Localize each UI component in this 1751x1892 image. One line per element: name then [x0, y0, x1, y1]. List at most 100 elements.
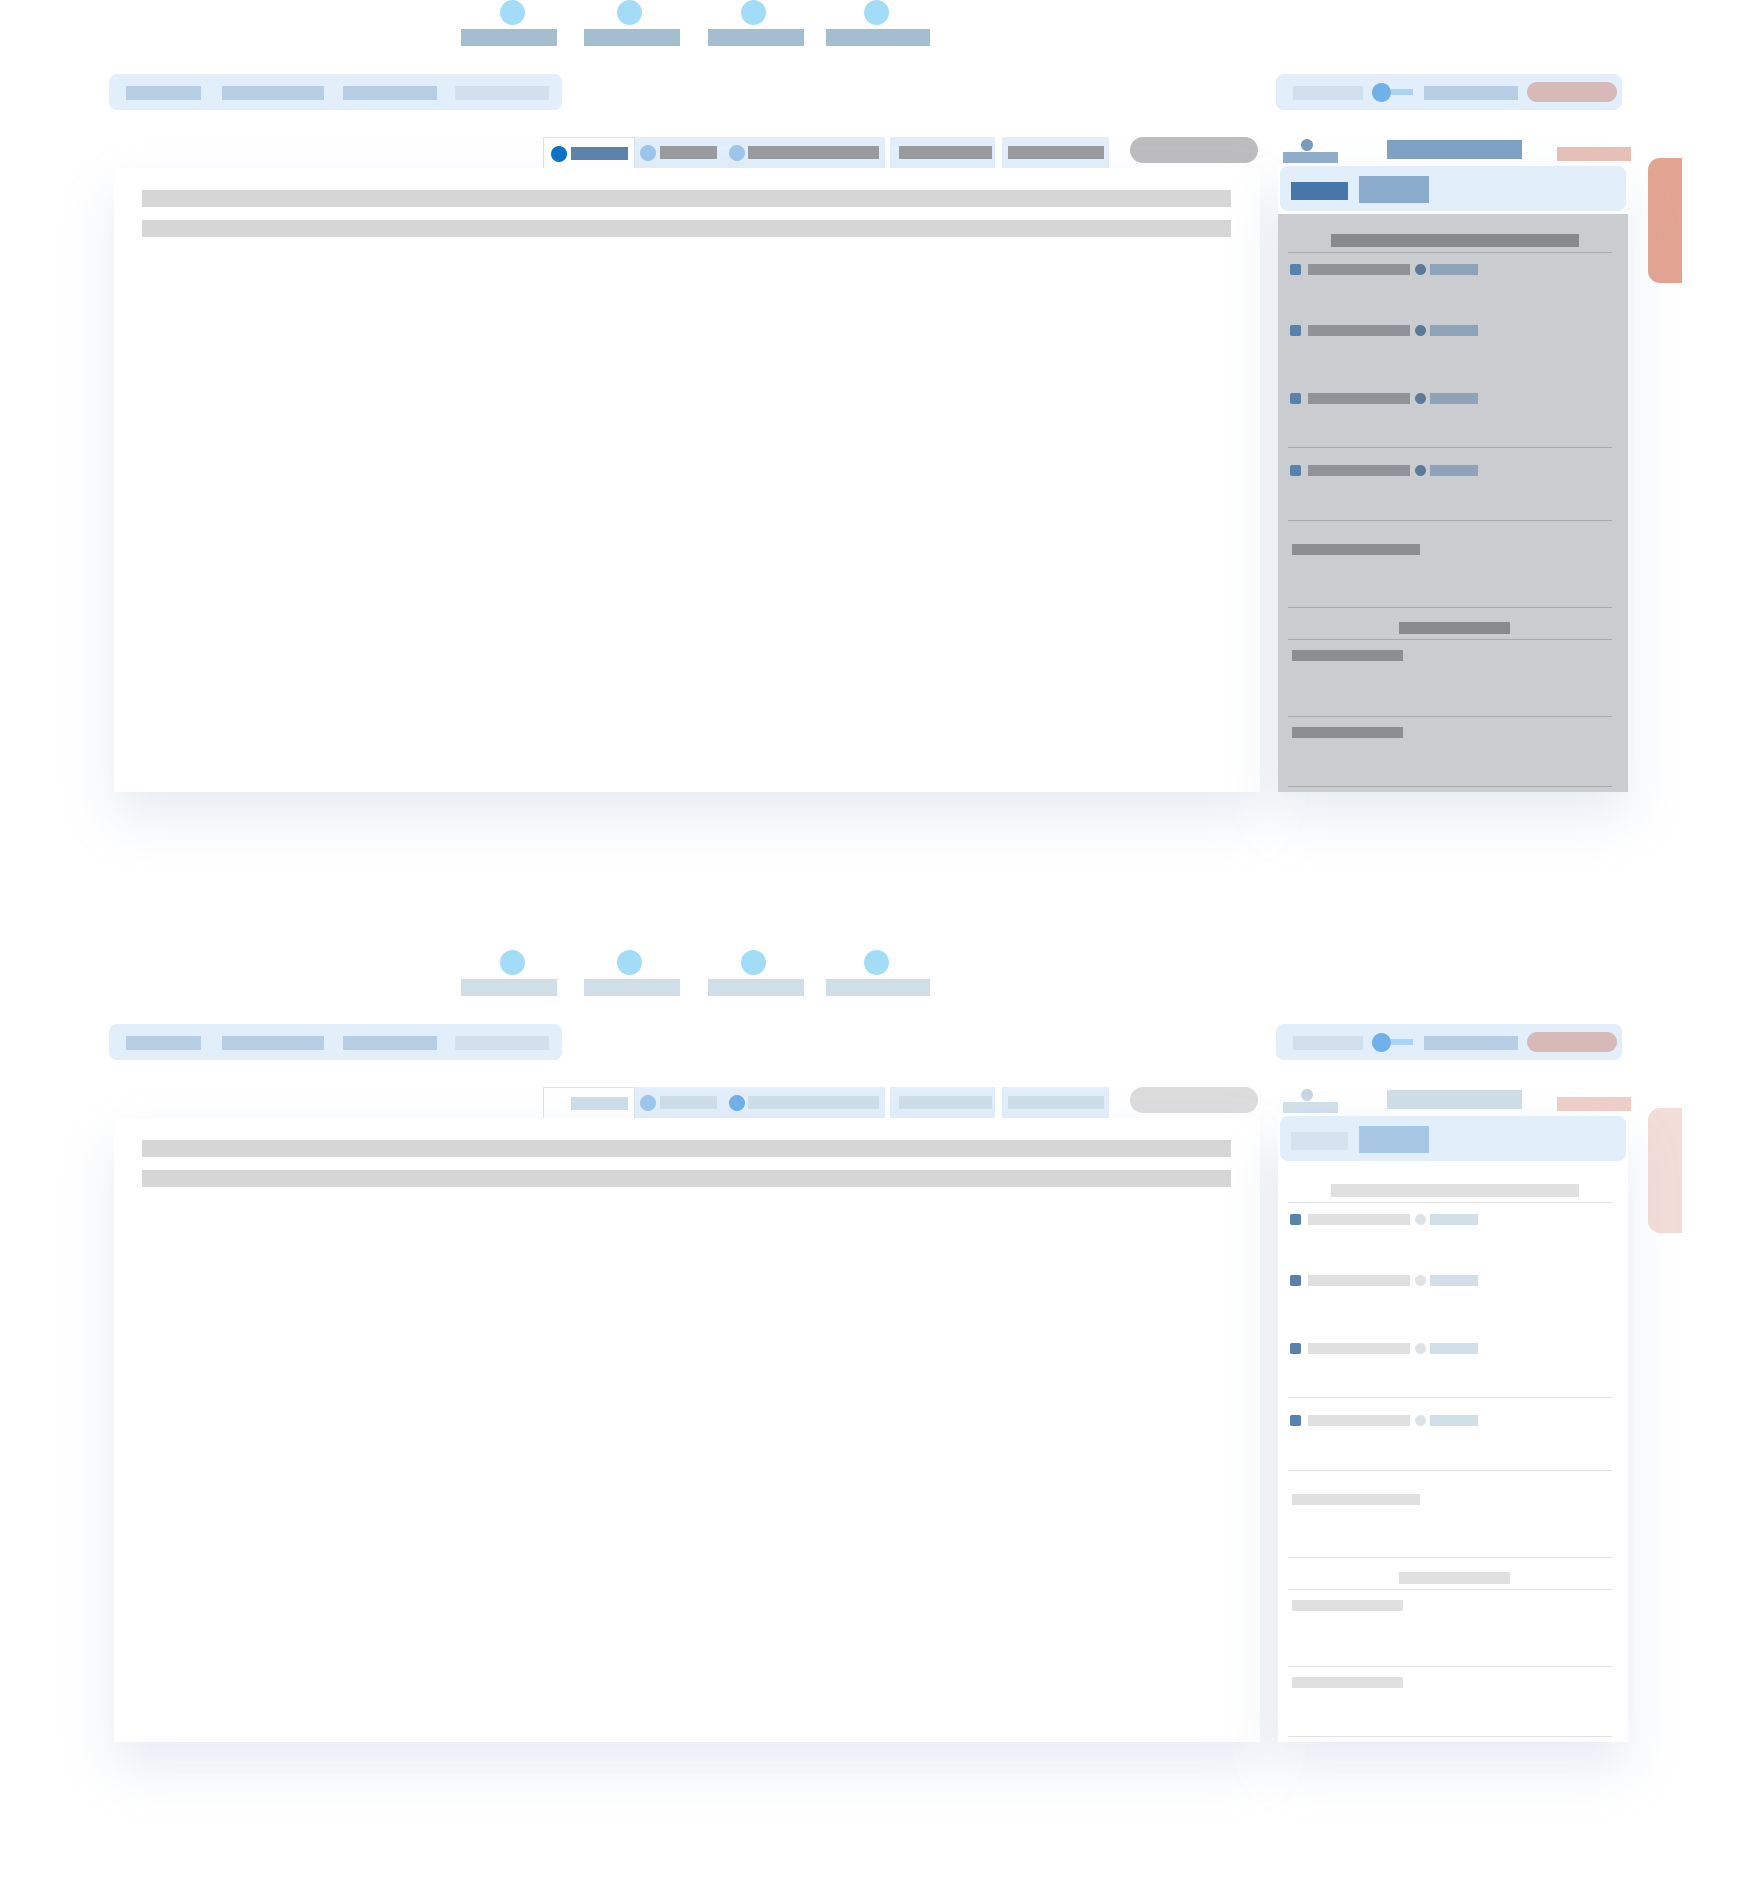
- checkbox-icon[interactable]: [1290, 1343, 1301, 1354]
- checkbox-icon[interactable]: [1290, 465, 1301, 476]
- tab-1[interactable]: [543, 1087, 635, 1118]
- tab-1[interactable]: [543, 137, 635, 168]
- divider: [1288, 520, 1612, 521]
- checkbox-icon[interactable]: [1290, 325, 1301, 336]
- row-label: [1308, 465, 1410, 476]
- toolbar-item-4[interactable]: [455, 86, 549, 100]
- row-label: [1308, 1275, 1410, 1286]
- status-dot-icon: [1415, 1214, 1426, 1225]
- step-1-icon[interactable]: [500, 0, 525, 25]
- close-link[interactable]: [1557, 1097, 1631, 1111]
- tab-2[interactable]: [635, 137, 724, 168]
- checkbox-icon[interactable]: [1290, 393, 1301, 404]
- action-pill-button[interactable]: [1130, 137, 1258, 163]
- tab-1-label: [571, 147, 628, 160]
- step-2-icon[interactable]: [617, 0, 642, 25]
- side-toolbar-item-2[interactable]: [1424, 1036, 1518, 1050]
- toolbar-item-1[interactable]: [126, 1036, 201, 1050]
- tab-2-dot-icon: [640, 145, 656, 161]
- tab-2-label: [660, 146, 717, 159]
- delete-button[interactable]: [1527, 82, 1617, 102]
- divider: [1288, 1736, 1612, 1737]
- document-panel: [114, 1118, 1260, 1742]
- sidebar-secondary-button[interactable]: [1359, 176, 1429, 203]
- toggle-track[interactable]: [1391, 89, 1413, 95]
- divider: [1288, 1470, 1612, 1471]
- step-2-label[interactable]: [584, 979, 680, 996]
- close-link[interactable]: [1557, 147, 1631, 161]
- sidebar-secondary-button[interactable]: [1359, 1126, 1429, 1153]
- row-tag: [1430, 1415, 1478, 1426]
- toolbar-item-3[interactable]: [343, 1036, 437, 1050]
- step-2-icon[interactable]: [617, 950, 642, 975]
- toggle-knob-icon[interactable]: [1372, 83, 1391, 102]
- text-line-1: [142, 190, 1231, 207]
- tab-3-label: [748, 146, 879, 159]
- divider: [1288, 1557, 1612, 1558]
- tab-5[interactable]: [1002, 137, 1109, 168]
- tab-3[interactable]: [724, 1087, 885, 1118]
- toolbar-item-1[interactable]: [126, 86, 201, 100]
- row-label: [1308, 264, 1410, 275]
- row-tag: [1430, 1343, 1478, 1354]
- row-tag: [1430, 325, 1478, 336]
- row-tag: [1430, 465, 1478, 476]
- step-4-label[interactable]: [826, 29, 930, 46]
- sidebar-primary-button[interactable]: [1291, 182, 1348, 200]
- field-label: [1292, 1600, 1403, 1611]
- tab-3-dot-icon: [729, 1095, 745, 1111]
- sidebar-primary-button[interactable]: [1291, 1132, 1348, 1150]
- row-label: [1308, 1415, 1410, 1426]
- text-line-2: [142, 220, 1231, 237]
- tab-4[interactable]: [890, 1087, 995, 1118]
- status-dot-icon: [1415, 1343, 1426, 1354]
- side-toolbar-item-1[interactable]: [1293, 1036, 1363, 1050]
- checkbox-icon[interactable]: [1290, 1275, 1301, 1286]
- step-2-label[interactable]: [584, 29, 680, 46]
- status-dot-icon: [1415, 393, 1426, 404]
- main-toolbar: [109, 1024, 562, 1060]
- divider: [1288, 1589, 1612, 1590]
- tab-1-label: [571, 1097, 628, 1110]
- row-label: [1308, 325, 1410, 336]
- divider: [1288, 252, 1612, 253]
- section-title: [1399, 1572, 1510, 1584]
- toggle-track[interactable]: [1391, 1039, 1413, 1045]
- checkbox-icon[interactable]: [1290, 1415, 1301, 1426]
- side-toolbar-item-2[interactable]: [1424, 86, 1518, 100]
- collapse-tab[interactable]: [1648, 1108, 1682, 1233]
- step-3-icon[interactable]: [741, 0, 766, 25]
- toolbar-item-4[interactable]: [455, 1036, 549, 1050]
- status-dot-icon: [1415, 465, 1426, 476]
- step-3-icon[interactable]: [741, 950, 766, 975]
- step-4-icon[interactable]: [864, 950, 889, 975]
- step-1-icon[interactable]: [500, 950, 525, 975]
- step-4-label[interactable]: [826, 979, 930, 996]
- field-label: [1292, 544, 1420, 555]
- checkbox-icon[interactable]: [1290, 264, 1301, 275]
- delete-button[interactable]: [1527, 1032, 1617, 1052]
- tab-4[interactable]: [890, 137, 995, 168]
- sidebar-topbar: [1280, 1116, 1626, 1161]
- checkbox-icon[interactable]: [1290, 1214, 1301, 1225]
- side-toolbar-item-1[interactable]: [1293, 86, 1363, 100]
- sidebar-body: [1278, 1164, 1628, 1742]
- sidebar-title: [1331, 1184, 1579, 1197]
- toolbar-item-3[interactable]: [343, 86, 437, 100]
- tab-3[interactable]: [724, 137, 885, 168]
- tab-2[interactable]: [635, 1087, 724, 1118]
- action-pill-button[interactable]: [1130, 1087, 1258, 1113]
- toolbar-item-2[interactable]: [222, 86, 324, 100]
- step-4-icon[interactable]: [864, 0, 889, 25]
- step-1-label[interactable]: [461, 29, 557, 46]
- status-dot-icon: [1415, 1275, 1426, 1286]
- toggle-knob-icon[interactable]: [1372, 1033, 1391, 1052]
- step-3-label[interactable]: [708, 979, 804, 996]
- step-1-label[interactable]: [461, 979, 557, 996]
- toolbar-item-2[interactable]: [222, 1036, 324, 1050]
- collapse-tab[interactable]: [1648, 158, 1682, 283]
- step-3-label[interactable]: [708, 29, 804, 46]
- row-tag: [1430, 393, 1478, 404]
- tab-5[interactable]: [1002, 1087, 1109, 1118]
- tab-5-label: [1008, 146, 1104, 159]
